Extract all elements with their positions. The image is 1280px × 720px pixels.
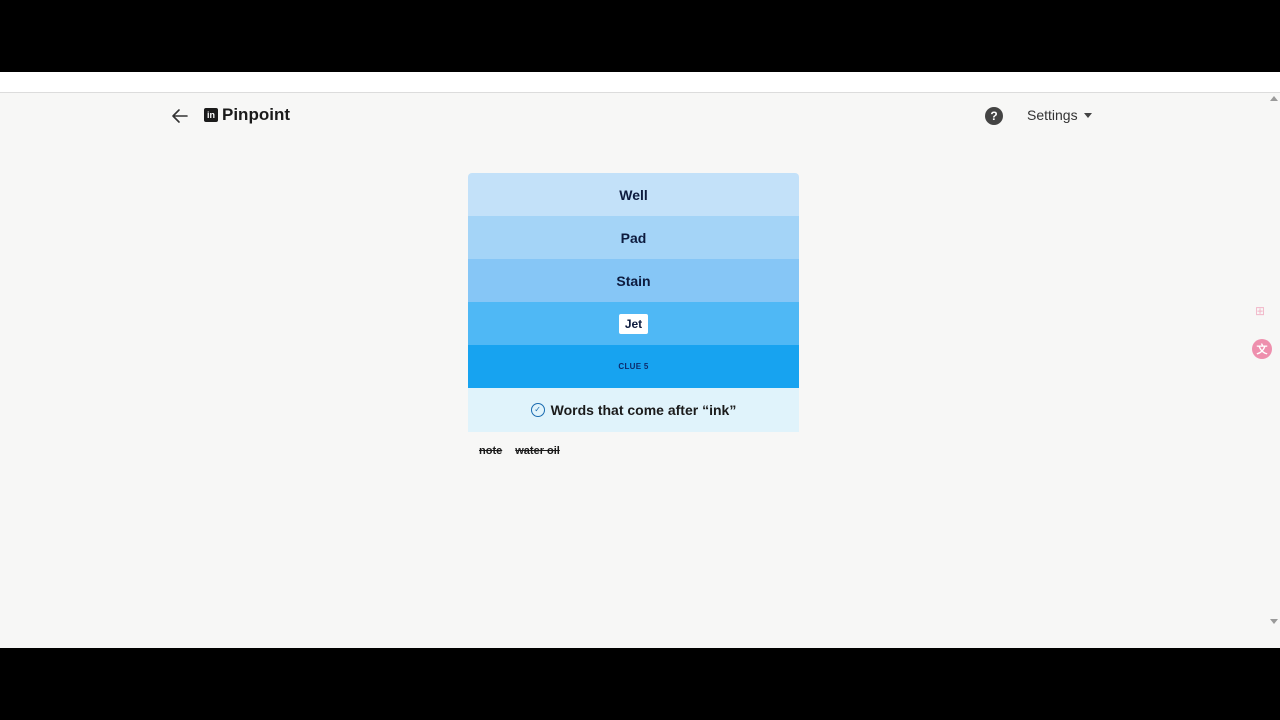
answer-text: Words that come after “ink” xyxy=(550,402,737,418)
settings-menu-button[interactable]: Settings xyxy=(1027,107,1092,123)
clue-3: Stain xyxy=(468,259,799,302)
guess-2: water oil xyxy=(515,445,560,457)
settings-label: Settings xyxy=(1027,107,1078,123)
clue-2: Pad xyxy=(468,216,799,259)
scrollbar[interactable] xyxy=(1266,92,1280,628)
answer-banner: ✓ Words that come after “ink” xyxy=(468,388,799,432)
page-title: Pinpoint xyxy=(222,105,290,124)
guess-1: note xyxy=(479,445,503,457)
caret-down-icon xyxy=(1083,112,1092,118)
page: in Pinpoint ? Settings Well Pad Stain Je… xyxy=(0,72,1280,648)
question-circle-icon: ? xyxy=(990,109,998,123)
previous-guesses: note water oil xyxy=(479,445,560,457)
back-button[interactable] xyxy=(170,106,190,126)
help-button[interactable]: ? xyxy=(985,107,1003,125)
clue-4-text: Jet xyxy=(618,313,649,334)
clue-board: Well Pad Stain Jet CLUE 5 ✓ Words that c… xyxy=(468,173,799,432)
clue-5: CLUE 5 xyxy=(468,345,799,388)
header: in Pinpoint ? Settings xyxy=(0,93,1280,139)
arrow-left-icon xyxy=(172,109,188,123)
clue-3-text: Stain xyxy=(616,272,651,289)
clue-5-text: CLUE 5 xyxy=(618,362,649,371)
apps-icon[interactable]: ⊞ xyxy=(1253,304,1267,318)
app-logo: in Pinpoint xyxy=(204,105,290,125)
clue-2-text: Pad xyxy=(620,229,647,246)
clue-1: Well xyxy=(468,173,799,216)
clue-4: Jet xyxy=(468,302,799,345)
check-circle-icon: ✓ xyxy=(530,403,545,417)
top-strip xyxy=(0,72,1280,93)
scroll-up-arrow-icon[interactable] xyxy=(1270,96,1278,101)
linkedin-logo-icon: in xyxy=(204,108,218,122)
clue-1-text: Well xyxy=(619,186,648,203)
scroll-down-arrow-icon[interactable] xyxy=(1270,619,1278,624)
